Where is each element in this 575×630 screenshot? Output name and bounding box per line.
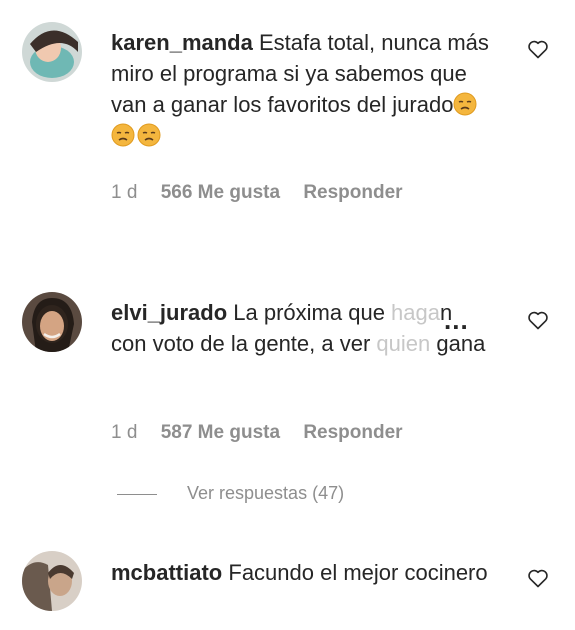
comment-likes[interactable]: 566 Me gusta [161, 182, 280, 203]
comment-text: La próxima que [233, 300, 392, 325]
heart-outline-icon[interactable] [526, 308, 550, 332]
comment-username[interactable]: elvi_jurado [111, 300, 227, 325]
comment-body: mcbattiato Facundo el mejor cocinero [111, 557, 496, 588]
view-replies-button[interactable]: Ver respuestas (47) [117, 483, 344, 504]
view-replies-label: Ver respuestas (47) [187, 483, 345, 503]
comment-text-faded-2: quien [376, 331, 431, 356]
comment-username[interactable]: mcbattiato [111, 560, 222, 585]
comment-likes[interactable]: 587 Me gusta [161, 422, 280, 443]
comment-body: elvi_jurado La próxima que hagan con vot… [111, 297, 491, 359]
heart-outline-icon[interactable] [526, 37, 550, 61]
more-options-icon[interactable]: ... [444, 305, 469, 336]
divider [117, 493, 157, 495]
comment-meta: 1 d 566 Me gusta Responder [111, 182, 421, 204]
avatar[interactable] [22, 22, 82, 82]
pensive-face-emoji [111, 123, 135, 147]
comment-username[interactable]: karen_manda [111, 30, 253, 55]
avatar[interactable] [22, 551, 82, 611]
comment-body: karen_manda Estafa total, nunca más miro… [111, 27, 496, 151]
reply-button[interactable]: Responder [303, 182, 402, 203]
pensive-face-emoji [453, 92, 477, 116]
reply-button[interactable]: Responder [303, 422, 402, 443]
comment-meta: 1 d 587 Me gusta Responder [111, 422, 421, 444]
comment-time: 1 d [111, 182, 138, 203]
pensive-face-emoji [137, 123, 161, 147]
avatar[interactable] [22, 292, 82, 352]
comment-time: 1 d [111, 422, 138, 443]
comment-text-faded: haga [391, 300, 440, 325]
comment-text: Facundo el mejor cocinero [228, 560, 488, 585]
heart-outline-icon[interactable] [526, 566, 550, 590]
